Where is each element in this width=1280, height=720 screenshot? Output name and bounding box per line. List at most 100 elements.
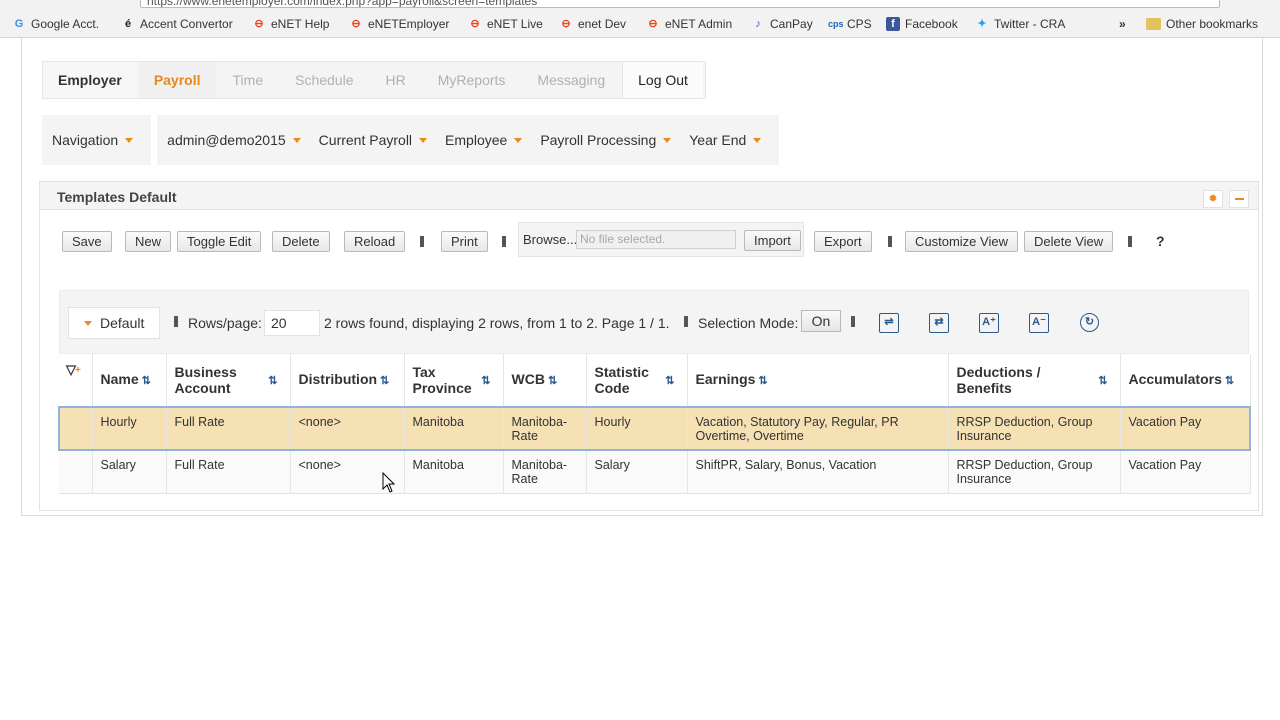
save-button[interactable]: Save <box>62 231 112 252</box>
menu-employee[interactable]: Employee <box>445 132 523 148</box>
column-header-wcb[interactable]: WCB ⇅ <box>503 354 587 407</box>
bookmark-facebook[interactable]: f Facebook <box>886 15 958 33</box>
menu-year-end[interactable]: Year End <box>689 132 762 148</box>
bookmark-enet-admin[interactable]: ⊖ eNET Admin <box>646 15 732 33</box>
help-icon[interactable]: ? <box>1156 233 1165 249</box>
sort-icon[interactable]: ⇅ <box>268 373 277 389</box>
table-cell[interactable]: Vacation Pay <box>1120 406 1251 451</box>
bookmark-enetemployer[interactable]: ⊖ eNETEmployer <box>349 15 449 33</box>
sort-icon[interactable]: ⇅ <box>1098 373 1107 389</box>
tab-log-out[interactable]: Log Out <box>622 62 703 98</box>
navigation-label: Navigation <box>52 132 119 148</box>
expand-columns-icon[interactable]: ⇄ <box>929 313 949 333</box>
table-cell[interactable]: RRSP Deduction, Group Insurance <box>948 450 1121 494</box>
font-increase-icon[interactable]: A⁺ <box>979 313 999 333</box>
bookmark-enet-live[interactable]: ⊖ eNET Live <box>468 15 543 33</box>
enet-icon: ⊖ <box>561 18 571 30</box>
tab-hr[interactable]: HR <box>370 62 421 98</box>
column-header-business-account[interactable]: Business Account ⇅ <box>166 354 291 407</box>
table-row[interactable]: Salary Full Rate <none> Manitoba Manitob… <box>59 450 1251 494</box>
font-decrease-icon[interactable]: A⁻ <box>1029 313 1049 333</box>
column-header-name[interactable]: Name ⇅ <box>92 354 167 407</box>
bookmark-enet-help[interactable]: ⊖ eNET Help <box>252 15 329 33</box>
browse-button[interactable]: Browse... <box>523 232 577 247</box>
table-cell[interactable]: Manitoba-Rate <box>503 450 587 494</box>
tab-payroll[interactable]: Payroll <box>138 62 216 98</box>
export-button[interactable]: Export <box>814 231 872 252</box>
reload-button[interactable]: Reload <box>344 231 406 252</box>
table-cell[interactable]: Salary <box>586 450 688 494</box>
navigation-menu[interactable]: Navigation <box>52 132 134 148</box>
tab-employer[interactable]: Employer <box>43 62 137 98</box>
table-cell[interactable]: Vacation Pay <box>1120 450 1251 494</box>
table-cell[interactable]: Manitoba-Rate <box>503 406 587 451</box>
menu-current-payroll[interactable]: Current Payroll <box>318 132 428 148</box>
other-bookmarks[interactable]: Other bookmarks <box>1146 15 1258 33</box>
tab-myreports[interactable]: MyReports <box>422 62 521 98</box>
wrap-rows-icon[interactable]: ⇌ <box>879 313 899 333</box>
bookmarks-overflow-button[interactable]: » <box>1119 15 1126 33</box>
bookmark-enet-dev[interactable]: ⊖ enet Dev <box>559 15 626 33</box>
column-header-deductions-benefits[interactable]: Deductions / Benefits ⇅ <box>948 354 1121 407</box>
table-cell[interactable]: Vacation, Statutory Pay, Regular, PR Ove… <box>687 406 949 451</box>
bookmark-label: eNET Live <box>487 17 543 31</box>
reset-icon[interactable]: ↻ <box>1080 313 1099 332</box>
menu-label: Current Payroll <box>318 132 413 148</box>
table-cell[interactable]: Full Rate <box>166 450 291 494</box>
new-button[interactable]: New <box>125 231 172 252</box>
sort-icon[interactable]: ⇅ <box>142 375 151 387</box>
bookmark-google-acct[interactable]: G Google Acct. <box>12 15 99 33</box>
sort-icon[interactable]: ⇅ <box>665 373 674 389</box>
bookmark-canpay[interactable]: ♪ CanPay <box>751 15 812 33</box>
bookmark-accent-convertor[interactable]: é Accent Convertor <box>121 15 233 33</box>
table-row[interactable]: Hourly Full Rate <none> Manitoba Manitob… <box>58 406 1251 451</box>
column-header-tax-province[interactable]: Tax Province ⇅ <box>404 354 504 407</box>
column-header-accumulators[interactable]: Accumulators ⇅ <box>1120 354 1251 407</box>
address-bar[interactable]: https://www.enetemployer.com/index.php?a… <box>140 0 1220 8</box>
bookmark-cps[interactable]: cps CPS <box>828 15 872 33</box>
tab-schedule[interactable]: Schedule <box>280 62 369 98</box>
table-cell[interactable]: Salary <box>92 450 167 494</box>
tab-messaging[interactable]: Messaging <box>522 62 621 98</box>
file-input[interactable]: No file selected. <box>576 230 736 249</box>
table-cell[interactable]: RRSP Deduction, Group Insurance <box>948 406 1121 451</box>
filter-icon[interactable]: ▽ <box>66 362 81 379</box>
sort-icon[interactable]: ⇅ <box>380 375 389 387</box>
table-cell[interactable]: Hourly <box>92 406 167 451</box>
cps-icon: cps <box>828 19 844 29</box>
column-header-distribution[interactable]: Distribution ⇅ <box>290 354 405 407</box>
menu-payroll-processing[interactable]: Payroll Processing <box>540 132 672 148</box>
rows-per-page-input[interactable]: 20 <box>264 310 320 336</box>
toolbar-separator <box>420 236 424 247</box>
gear-icon[interactable]: ✹ <box>1203 190 1223 208</box>
column-header-earnings[interactable]: Earnings ⇅ <box>687 354 949 407</box>
table-cell[interactable]: Full Rate <box>166 406 291 451</box>
sort-icon[interactable]: ⇅ <box>1225 375 1234 387</box>
table-cell[interactable]: Hourly <box>586 406 688 451</box>
toggle-edit-button[interactable]: Toggle Edit <box>177 231 262 252</box>
sort-icon[interactable]: ⇅ <box>548 375 557 387</box>
selection-mode-toggle[interactable]: On <box>801 310 841 332</box>
column-header-statistic-code[interactable]: Statistic Code ⇅ <box>586 354 688 407</box>
sort-icon[interactable]: ⇅ <box>758 375 767 387</box>
view-selector[interactable]: Default <box>68 307 160 339</box>
import-button[interactable]: Import <box>744 230 801 251</box>
filter-column-header[interactable]: ▽ <box>59 354 93 407</box>
delete-view-button[interactable]: Delete View <box>1024 231 1114 252</box>
rows-per-page-label: Rows/page: <box>188 315 262 331</box>
table-cell[interactable]: Manitoba <box>404 450 504 494</box>
row-select-cell[interactable] <box>59 450 93 494</box>
table-cell[interactable]: <none> <box>290 406 405 451</box>
print-button[interactable]: Print <box>441 231 488 252</box>
table-cell[interactable]: Manitoba <box>404 406 504 451</box>
sort-icon[interactable]: ⇅ <box>481 373 490 389</box>
row-select-cell[interactable] <box>58 406 93 451</box>
menu-admin-account[interactable]: admin@demo2015 <box>167 132 301 148</box>
customize-view-button[interactable]: Customize View <box>905 231 1018 252</box>
table-cell[interactable]: ShiftPR, Salary, Bonus, Vacation <box>687 450 949 494</box>
bookmark-label: CPS <box>847 17 872 31</box>
delete-button[interactable]: Delete <box>272 231 330 252</box>
tab-time[interactable]: Time <box>217 62 279 98</box>
minimize-icon[interactable] <box>1229 190 1249 208</box>
bookmark-twitter-cra[interactable]: ✦ Twitter - CRA <box>975 15 1065 33</box>
